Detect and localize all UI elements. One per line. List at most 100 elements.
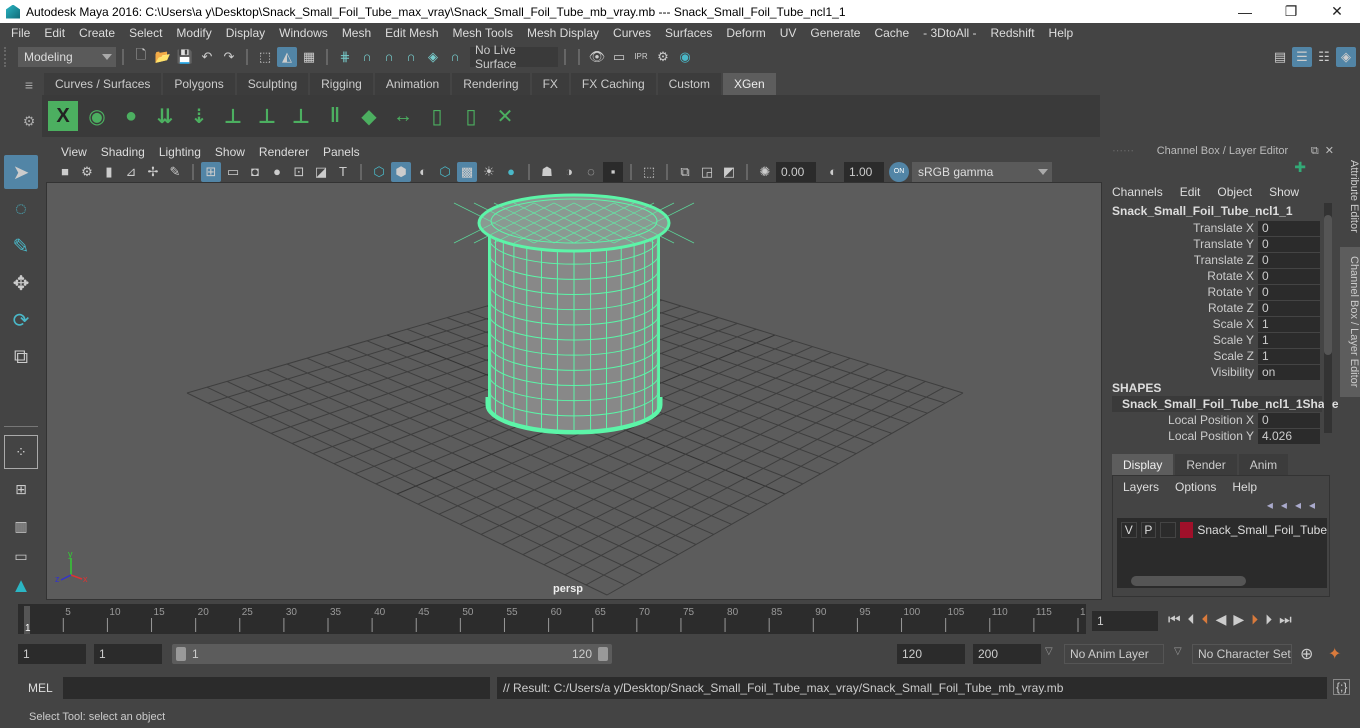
motion-blur-icon[interactable]: ◑ [559, 162, 579, 182]
snap-curve-icon[interactable]: ∩ [357, 47, 377, 67]
layer-playback-toggle[interactable]: P [1140, 522, 1157, 538]
channel-label[interactable]: Local Position X [1104, 413, 1258, 427]
safe-title-icon[interactable]: T [333, 162, 353, 182]
shadows-icon[interactable]: ● [501, 162, 521, 182]
panel-close-icon[interactable]: ✕ [1325, 143, 1334, 159]
snap-view-plane-icon[interactable]: ∩ [401, 47, 421, 67]
menu-mesh-display[interactable]: Mesh Display [520, 26, 606, 40]
use-all-lights-icon[interactable]: ☀ [479, 162, 499, 182]
render-view-icon[interactable]: 👁 [587, 47, 607, 67]
animation-preferences-icon[interactable]: ✦ [1328, 644, 1341, 664]
menu-windows[interactable]: Windows [272, 26, 335, 40]
grid-icon[interactable]: ⊞ [201, 161, 221, 182]
exposure-icon[interactable]: ✺ [755, 162, 775, 182]
channel-label[interactable]: Translate Y [1104, 237, 1258, 251]
move-tool-icon[interactable]: ✥ [4, 266, 38, 300]
screen-space-ao-icon[interactable]: ☗ [537, 162, 557, 182]
clear-preview-icon[interactable]: ● [116, 101, 146, 131]
play-backward-icon[interactable]: ◀ [1216, 611, 1227, 628]
select-by-hierarchy-icon[interactable]: ⬚ [255, 47, 275, 67]
menu-modify[interactable]: Modify [169, 26, 218, 40]
make-live-icon[interactable]: ∩ [445, 47, 465, 67]
sculpt-guides-icon[interactable]: ⇣ [184, 101, 214, 131]
menu-mesh-tools[interactable]: Mesh Tools [446, 26, 520, 40]
channel-value-field[interactable]: 4.026 [1258, 428, 1320, 444]
preview-icon[interactable]: ◉ [82, 101, 112, 131]
shelf-tab-polygons[interactable]: Polygons [163, 73, 235, 95]
move-layer-down-icon[interactable]: ◂ [1281, 498, 1295, 512]
new-scene-icon[interactable]: 🗋 [131, 47, 151, 67]
shelf-tab-curves-surfaces[interactable]: Curves / Surfaces [44, 73, 162, 95]
menu-display[interactable]: Display [219, 26, 272, 40]
channel-value-field[interactable]: 1 [1258, 348, 1320, 364]
field-chart-icon[interactable]: ⊡ [289, 162, 309, 182]
film-gate-icon[interactable]: ▭ [223, 162, 243, 182]
xray-joints-icon[interactable]: ⧉ [675, 162, 695, 182]
menu-create[interactable]: Create [72, 26, 122, 40]
play-forward-icon[interactable]: ▶ [1233, 611, 1244, 628]
lock-guides-icon[interactable]: ⊥ [286, 101, 316, 131]
channel-value-field[interactable]: 0 [1258, 252, 1320, 268]
shelf-tab-fx-caching[interactable]: FX Caching [570, 73, 656, 95]
move-layer-up-icon[interactable]: ◂ [1267, 498, 1281, 512]
select-guides-icon[interactable]: ⊥ [252, 101, 282, 131]
channel-label[interactable]: Translate Z [1104, 253, 1258, 267]
range-slider[interactable]: 1 120 [172, 644, 612, 664]
menu-generate[interactable]: Generate [803, 26, 867, 40]
smooth-shade-icon[interactable]: ⬢ [391, 161, 411, 182]
make-collection-icon[interactable]: ◆ [354, 101, 384, 131]
manipulator-icon[interactable]: ✚ [1104, 159, 1336, 181]
layer-color-swatch[interactable] [1179, 522, 1194, 538]
four-pane-layout-icon[interactable]: ⊞ [4, 472, 38, 506]
menu-redshift[interactable]: Redshift [984, 26, 1042, 40]
shelf-tab-rigging[interactable]: Rigging [310, 73, 373, 95]
menu-deform[interactable]: Deform [719, 26, 772, 40]
redo-icon[interactable]: ↷ [219, 47, 239, 67]
channel-label[interactable]: Scale X [1104, 317, 1258, 331]
xray-icon[interactable]: ⬡ [435, 162, 455, 182]
paint-select-tool-icon[interactable]: ✎ [4, 229, 38, 263]
wireframe-icon[interactable]: ⬡ [369, 162, 389, 182]
layer-tab-render[interactable]: Render [1175, 454, 1237, 476]
xray-active-icon[interactable]: ◲ [697, 162, 717, 182]
menu-select[interactable]: Select [122, 26, 169, 40]
shelf-tab-rendering[interactable]: Rendering [452, 73, 530, 95]
shelf-tab-custom[interactable]: Custom [657, 73, 721, 95]
go-to-end-icon[interactable]: ⏭ [1279, 611, 1292, 628]
layer-type-toggle[interactable] [1160, 522, 1176, 538]
layer-list-hscrollbar[interactable] [1121, 576, 1325, 586]
2d-pan-zoom-icon[interactable]: ✢ [143, 162, 163, 182]
shelf-menu-icon[interactable]: ≡ [18, 77, 40, 93]
channel-label[interactable]: Visibility [1104, 365, 1258, 379]
delete-guides-icon[interactable]: ✕ [490, 101, 520, 131]
channel-label[interactable]: Rotate Y [1104, 285, 1258, 299]
layer-row[interactable]: V P Snack_Small_Foil_Tube [1117, 518, 1327, 538]
panel-float-icon[interactable]: ⧉ [1311, 143, 1319, 159]
viewport-canvas[interactable]: y x z persp [47, 183, 1102, 600]
viewport-menu-view[interactable]: View [54, 145, 94, 159]
safe-action-icon[interactable]: ◪ [311, 162, 331, 182]
new-layer-icon[interactable]: ◂ [1295, 498, 1309, 512]
step-forward-key-icon[interactable]: ⏵ [1251, 611, 1258, 628]
menu-help[interactable]: Help [1042, 26, 1081, 40]
render-frame-icon[interactable]: ▭ [609, 47, 629, 67]
exposure-field[interactable]: 0.00 [776, 161, 816, 182]
render-settings-icon[interactable]: ⚙ [653, 47, 673, 67]
channel-value-field[interactable]: 0 [1258, 220, 1320, 236]
menu-edit-mesh[interactable]: Edit Mesh [378, 26, 445, 40]
camera-icon[interactable]: ■ [55, 162, 75, 182]
wireframe-on-shaded-icon[interactable]: ◐ [413, 162, 433, 182]
tab-attribute-editor[interactable]: Attribute Editor [1340, 151, 1360, 241]
snap-live-icon[interactable]: ◈ [423, 47, 443, 67]
lasso-tool-icon[interactable]: ◌ [4, 192, 38, 226]
color-space-dropdown[interactable]: sRGB gamma [912, 161, 1052, 182]
channel-label[interactable]: Scale Y [1104, 333, 1258, 347]
go-to-start-icon[interactable]: ⏮ [1168, 611, 1181, 628]
menu-mesh[interactable]: Mesh [335, 26, 378, 40]
scrollbar-thumb[interactable] [1324, 215, 1332, 355]
select-by-component-icon[interactable]: ▦ [299, 47, 319, 67]
start-time-field[interactable]: 1 [18, 644, 86, 664]
snap-grid-icon[interactable]: ⋕ [335, 47, 355, 67]
camera-attributes-icon[interactable]: ⚙ [77, 162, 97, 182]
drag-handle[interactable] [4, 46, 18, 67]
